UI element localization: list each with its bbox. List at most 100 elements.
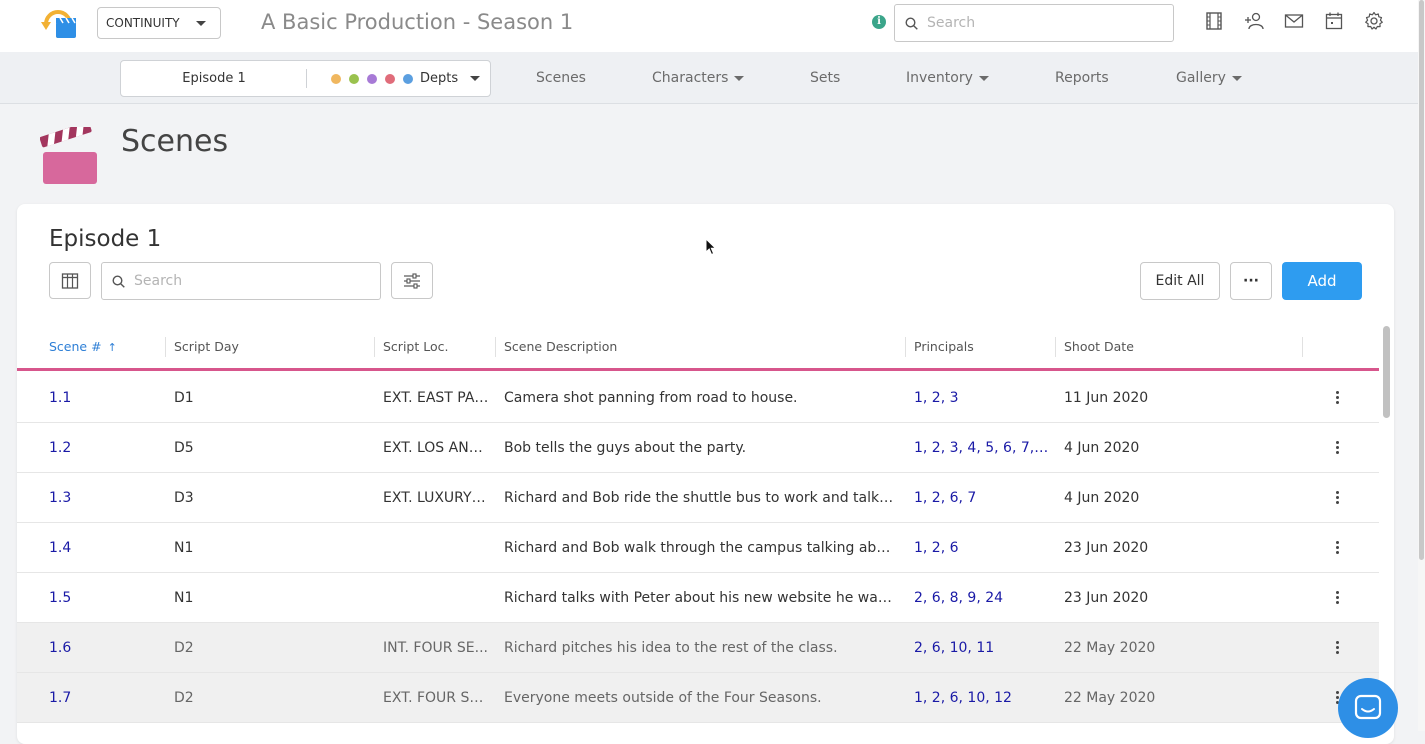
table-search-input[interactable]: [132, 263, 372, 299]
principals-links[interactable]: 1, 2, 6, 10, 12: [914, 673, 1049, 723]
department-color-dots[interactable]: [331, 74, 413, 84]
column-divider[interactable]: [1302, 337, 1303, 357]
filter-button[interactable]: [391, 262, 433, 299]
nav-characters[interactable]: Characters: [652, 52, 745, 104]
principals-links[interactable]: 1, 2, 6, 7: [914, 473, 1049, 523]
chat-launcher-button[interactable]: [1338, 678, 1398, 738]
shoot-date-cell: 22 May 2020: [1064, 690, 1156, 706]
chevron-down-icon: [1231, 75, 1242, 81]
columns-toggle-button[interactable]: [49, 262, 91, 299]
calendar-icon[interactable]: [1324, 11, 1344, 31]
global-search[interactable]: [894, 4, 1174, 42]
principals-links[interactable]: 1, 2, 3: [914, 373, 1049, 423]
table-row[interactable]: 1.1 D1 EXT. EAST PAL... Camera shot pann…: [17, 373, 1379, 423]
nav-characters-label: Characters: [652, 70, 729, 86]
nav-gallery[interactable]: Gallery: [1176, 52, 1242, 104]
search-icon: [112, 275, 125, 288]
row-menu-icon[interactable]: [1336, 641, 1340, 655]
row-menu-icon[interactable]: [1336, 541, 1340, 555]
script-loc-cell: EXT. LOS ANG...: [383, 440, 489, 456]
columns-icon: [61, 273, 79, 289]
department-dot[interactable]: [367, 74, 377, 84]
table-search[interactable]: [101, 262, 381, 300]
row-menu-icon[interactable]: [1336, 491, 1340, 505]
scene-number-link[interactable]: 1.6: [49, 623, 159, 673]
scene-description-cell: Richard and Bob ride the shuttle bus to …: [504, 490, 896, 506]
table-row[interactable]: 1.5 N1 Richard talks with Peter about hi…: [17, 573, 1379, 623]
nav-sets[interactable]: Sets: [810, 52, 840, 104]
depts-dropdown-label[interactable]: Depts: [420, 61, 458, 96]
table-row[interactable]: 1.3 D3 EXT. LUXURY ... Richard and Bob r…: [17, 473, 1379, 523]
scene-description-cell: Camera shot panning from road to house.: [504, 390, 798, 406]
scene-number-link[interactable]: 1.5: [49, 573, 159, 623]
row-menu-icon[interactable]: [1336, 391, 1340, 405]
scene-number-link[interactable]: 1.7: [49, 673, 159, 723]
film-icon[interactable]: [1204, 11, 1224, 31]
scene-number-link[interactable]: 1.2: [49, 423, 159, 473]
shoot-date-cell: 23 Jun 2020: [1064, 540, 1149, 556]
add-button[interactable]: Add: [1282, 262, 1362, 300]
scene-number-link[interactable]: 1.1: [49, 373, 159, 423]
column-divider[interactable]: [1055, 337, 1056, 357]
production-dropdown-label: CONTINUITY: [106, 16, 180, 30]
principals-links[interactable]: 2, 6, 10, 11: [914, 623, 1049, 673]
page-scrollbar[interactable]: [1418, 0, 1425, 731]
script-loc-cell: [383, 573, 489, 623]
add-user-icon[interactable]: [1244, 11, 1264, 31]
nav-scenes[interactable]: Scenes: [536, 52, 586, 104]
global-search-input[interactable]: [925, 5, 1165, 41]
nav-reports[interactable]: Reports: [1055, 52, 1109, 104]
table-row[interactable]: 1.2 D5 EXT. LOS ANG... Bob tells the guy…: [17, 423, 1379, 473]
department-dot[interactable]: [349, 74, 359, 84]
script-day-cell: N1: [174, 590, 194, 606]
column-header-shoot-date[interactable]: Shoot Date: [1064, 325, 1134, 368]
table-row[interactable]: 1.6 D2 INT. FOUR SE... Richard pitches h…: [17, 623, 1379, 673]
episode-selector[interactable]: Episode 1: [121, 61, 307, 96]
column-header-principals[interactable]: Principals: [914, 325, 974, 368]
app-logo-icon[interactable]: [38, 4, 80, 42]
table-row[interactable]: 1.7 D2 EXT. FOUR SE... Everyone meets ou…: [17, 673, 1379, 723]
script-day-cell: N1: [174, 540, 194, 556]
row-menu-icon[interactable]: [1336, 591, 1340, 605]
settings-icon[interactable]: [1364, 11, 1384, 31]
department-dot[interactable]: [385, 74, 395, 84]
column-divider[interactable]: [374, 337, 375, 357]
more-options-button[interactable]: ···: [1230, 262, 1272, 300]
mouse-cursor-icon: [705, 238, 717, 256]
info-icon[interactable]: i: [872, 15, 886, 29]
nav-inventory[interactable]: Inventory: [906, 52, 989, 104]
row-menu-icon[interactable]: [1336, 441, 1340, 455]
production-title: A Basic Production - Season 1: [261, 10, 574, 34]
scene-number-link[interactable]: 1.3: [49, 473, 159, 523]
principals-links[interactable]: 1, 2, 6: [914, 523, 1049, 573]
shoot-date-cell: 23 Jun 2020: [1064, 590, 1149, 606]
scene-number-link[interactable]: 1.4: [49, 523, 159, 573]
chevron-down-icon[interactable]: [470, 76, 480, 81]
page-scrollbar-thumb[interactable]: [1419, 0, 1424, 560]
chevron-down-icon: [734, 75, 745, 81]
table-scrollbar[interactable]: [1381, 326, 1391, 726]
table-scrollbar-thumb[interactable]: [1383, 326, 1390, 418]
top-bar: CONTINUITY A Basic Production - Season 1…: [0, 0, 1425, 52]
scenes-card: Episode 1 Edit All ··· Add Scene # ↑: [17, 204, 1394, 744]
edit-all-button[interactable]: Edit All: [1140, 262, 1220, 300]
production-dropdown[interactable]: CONTINUITY: [97, 7, 221, 39]
table-row[interactable]: 1.4 N1 Richard and Bob walk through the …: [17, 523, 1379, 573]
script-day-cell: D2: [174, 640, 194, 656]
script-day-cell: D1: [174, 390, 194, 406]
column-divider[interactable]: [905, 337, 906, 357]
column-header-script-loc[interactable]: Script Loc.: [383, 325, 448, 368]
script-loc-cell: [383, 523, 489, 573]
department-dot[interactable]: [403, 74, 413, 84]
divider: [306, 69, 307, 88]
column-header-scene[interactable]: Scene # ↑: [49, 325, 117, 368]
department-dot[interactable]: [331, 74, 341, 84]
nav-reports-label: Reports: [1055, 70, 1109, 86]
column-divider[interactable]: [495, 337, 496, 357]
column-header-script-day[interactable]: Script Day: [174, 325, 239, 368]
principals-links[interactable]: 2, 6, 8, 9, 24: [914, 573, 1049, 623]
column-divider[interactable]: [165, 337, 166, 357]
column-header-scene-description[interactable]: Scene Description: [504, 325, 617, 368]
principals-links[interactable]: 1, 2, 3, 4, 5, 6, 7, 24: [914, 423, 1049, 473]
mail-icon[interactable]: [1284, 11, 1304, 31]
